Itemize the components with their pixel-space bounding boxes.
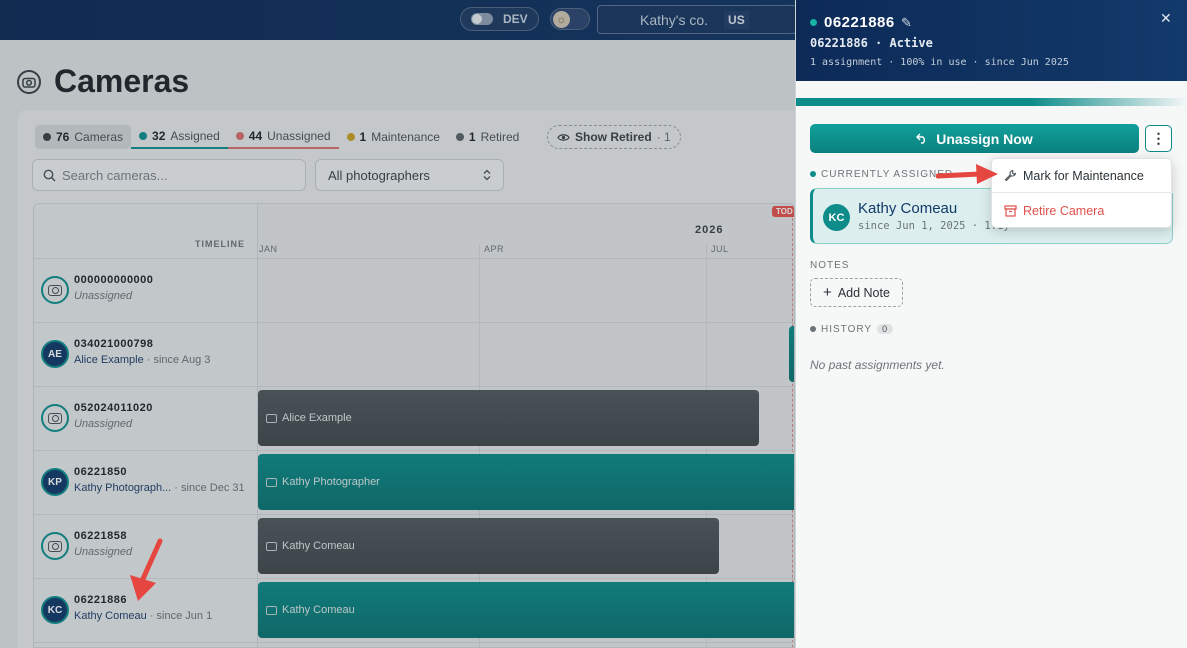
more-actions-menu: Mark for Maintenance Retire Camera xyxy=(991,158,1173,228)
history-count-badge: 0 xyxy=(877,324,894,334)
menu-item-retire-camera[interactable]: Retire Camera xyxy=(992,194,1173,228)
undo-icon xyxy=(916,133,926,144)
currently-assigned-section: CURRENTLY ASSIGNED xyxy=(810,169,953,180)
status-dot-icon xyxy=(810,19,817,26)
assignee-since: since Jun 1, 2025 · 1.1y xyxy=(858,220,1010,232)
wrench-icon xyxy=(1004,169,1017,182)
drawer-status-line: 06221886 · Active xyxy=(810,36,933,50)
assignee-name: Kathy Comeau xyxy=(858,200,958,217)
currently-assigned-label: CURRENTLY ASSIGNED xyxy=(821,169,954,180)
drawer-header: 06221886 ✎ ✕ 06221886 · Active 1 assignm… xyxy=(796,0,1187,81)
notes-label: NOTES xyxy=(810,260,850,271)
archive-icon xyxy=(1004,205,1017,217)
status-dot-icon xyxy=(810,171,816,178)
camera-detail-drawer: 06221886 ✎ ✕ 06221886 · Active 1 assignm… xyxy=(795,0,1187,648)
drawer-meta-line: 1 assignment · 100% in use · since Jun 2… xyxy=(810,57,1069,68)
drawer-camera-id: 06221886 xyxy=(824,14,895,31)
annotation-arrow-icon xyxy=(130,538,163,601)
history-section: HISTORY 0 xyxy=(810,324,894,335)
plus-icon: + xyxy=(823,284,832,301)
kebab-icon: ⋮ xyxy=(1151,130,1166,146)
annotation-arrow-icon xyxy=(936,164,998,184)
menu-item-label: Mark for Maintenance xyxy=(1023,168,1144,183)
history-empty-text: No past assignments yet. xyxy=(810,358,945,372)
usage-progress-bar xyxy=(796,98,1187,106)
drawer-backdrop[interactable] xyxy=(0,0,795,648)
history-label: HISTORY xyxy=(821,324,873,335)
avatar: KC xyxy=(823,204,850,231)
close-icon[interactable]: ✕ xyxy=(1160,10,1172,27)
more-actions-button[interactable]: ⋮ xyxy=(1145,125,1172,152)
add-note-button[interactable]: + Add Note xyxy=(810,278,903,307)
menu-item-label: Retire Camera xyxy=(1023,204,1105,218)
unassign-now-button[interactable]: Unassign Now xyxy=(810,124,1139,153)
add-note-label: Add Note xyxy=(837,285,890,300)
status-dot-icon xyxy=(810,326,816,333)
pencil-icon[interactable]: ✎ xyxy=(901,15,912,31)
unassign-now-label: Unassign Now xyxy=(936,130,1033,147)
menu-item-mark-maintenance[interactable]: Mark for Maintenance xyxy=(992,159,1173,193)
